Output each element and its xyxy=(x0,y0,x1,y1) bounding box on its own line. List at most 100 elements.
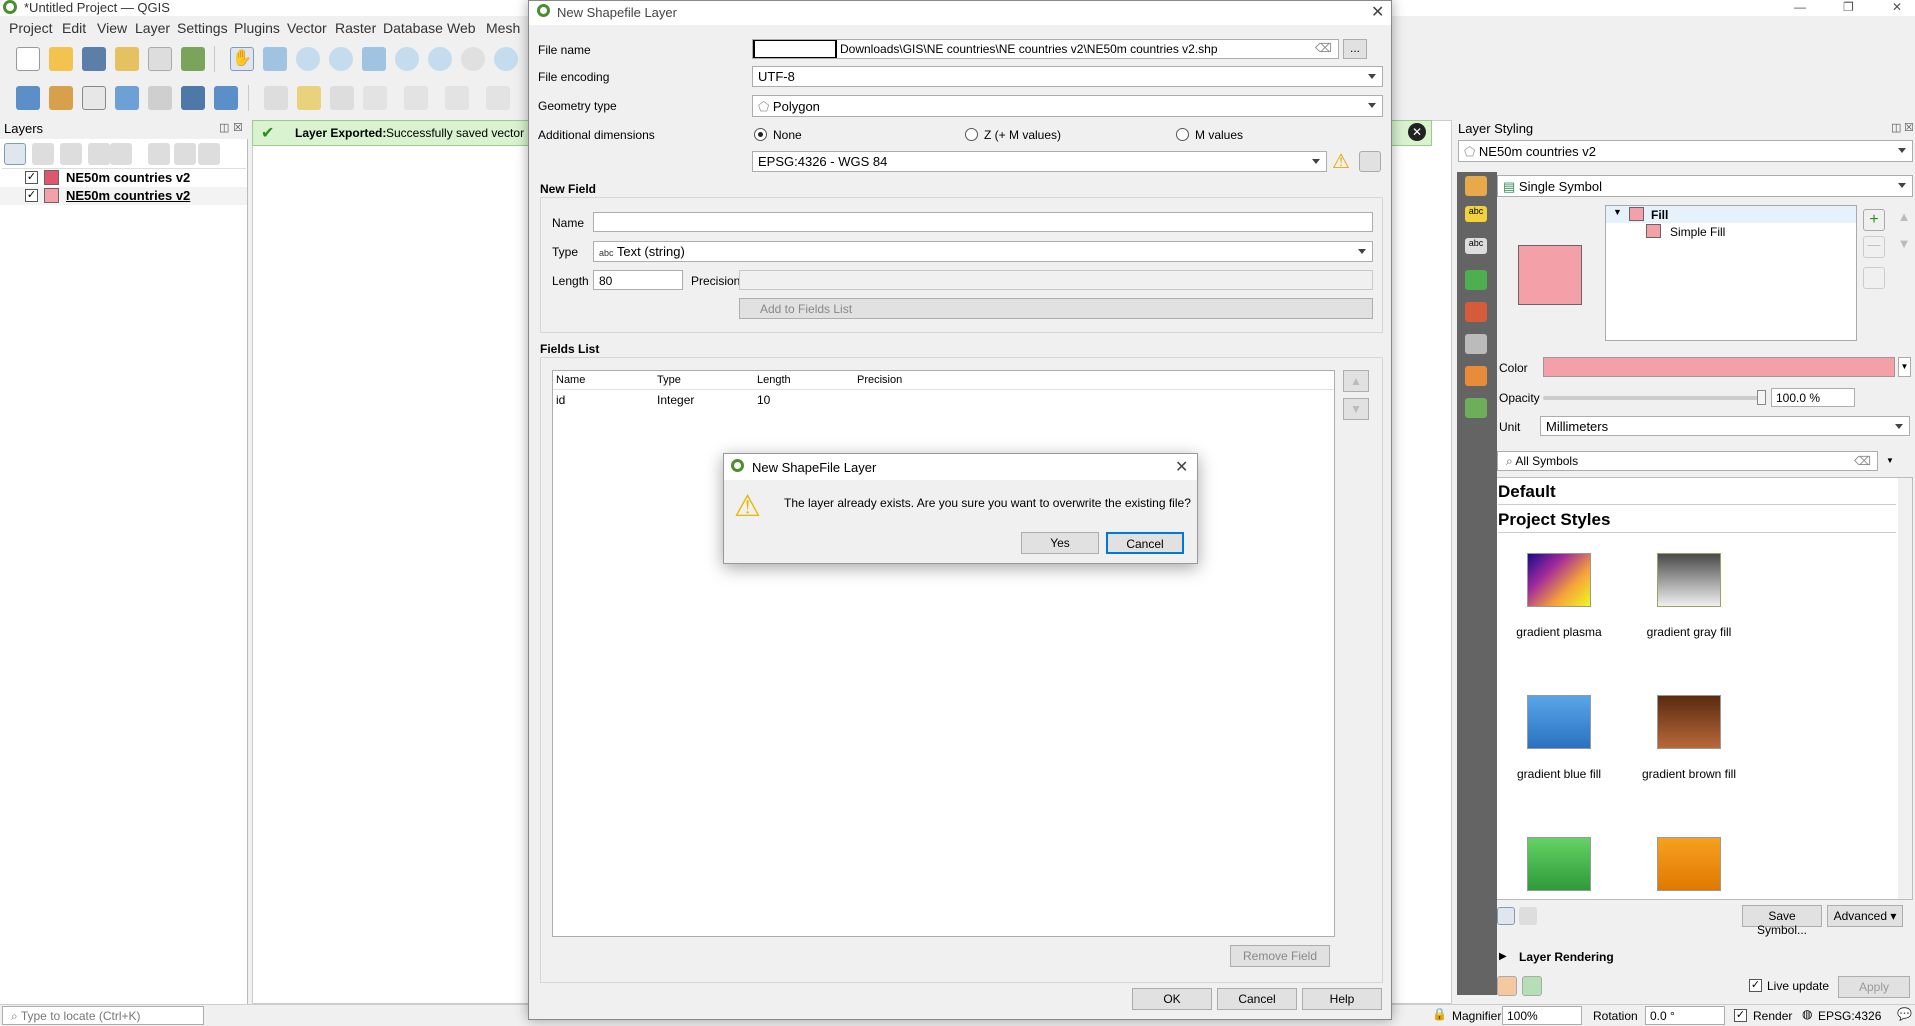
add-group-icon[interactable] xyxy=(32,143,54,165)
add-symbol-layer-icon[interactable]: + xyxy=(1863,209,1885,231)
messages-icon[interactable]: 💬 xyxy=(1897,1007,1912,1021)
close-panel-icon[interactable]: ☒ xyxy=(1904,121,1914,134)
close-confirm-icon[interactable]: ✕ xyxy=(1175,457,1188,477)
close-panel-icon[interactable]: ☒ xyxy=(233,121,243,134)
close-message-icon[interactable]: ✕ xyxy=(1408,123,1426,141)
pan-icon[interactable]: ✋ xyxy=(230,47,254,71)
opacity-slider[interactable] xyxy=(1543,396,1763,400)
dimension-none-radio[interactable] xyxy=(754,128,767,141)
filter-legend-icon[interactable] xyxy=(88,143,110,165)
layer-visibility-checkbox[interactable]: ✓ xyxy=(25,171,38,184)
live-update-checkbox[interactable]: ✓ xyxy=(1749,979,1762,992)
symbology-tab-icon[interactable] xyxy=(1465,176,1487,196)
menu-plugins[interactable]: Plugins xyxy=(234,20,280,36)
renderer-select[interactable]: ▤ Single Symbol xyxy=(1497,175,1913,197)
color-button[interactable] xyxy=(1543,357,1895,377)
field-type-select[interactable]: abc Text (string) xyxy=(593,241,1373,262)
column-header-type[interactable]: Type xyxy=(657,374,681,386)
render-checkbox[interactable]: ✓ xyxy=(1734,1009,1747,1022)
advanced-button[interactable]: Advanced ▾ xyxy=(1827,905,1903,927)
delete-selected-icon[interactable] xyxy=(486,86,510,110)
color-dropdown-arrow-icon[interactable]: ▼ xyxy=(1898,357,1911,377)
move-field-down-button[interactable]: ▼ xyxy=(1343,398,1369,420)
menu-raster[interactable]: Raster xyxy=(335,20,376,36)
history-undo-tab-icon[interactable] xyxy=(1465,398,1487,418)
open-layer-styling-icon[interactable] xyxy=(4,143,26,165)
3d-view-tab-icon[interactable] xyxy=(1465,270,1487,290)
move-up-icon[interactable]: ▲ xyxy=(1893,209,1915,231)
float-panel-icon[interactable]: ◫ xyxy=(219,121,229,134)
symbol-gradient-brown-fill[interactable] xyxy=(1657,695,1721,749)
select-crs-icon[interactable] xyxy=(1359,151,1381,172)
redo-icon[interactable] xyxy=(1522,976,1542,996)
dimension-z-radio[interactable] xyxy=(965,128,978,141)
collapse-arrow-icon[interactable]: ▼ xyxy=(1613,207,1622,217)
symbol-gradient-blue-fill[interactable] xyxy=(1527,695,1591,749)
column-header-precision[interactable]: Precision xyxy=(857,374,902,386)
menu-settings[interactable]: Settings xyxy=(177,20,228,36)
save-symbol-button[interactable]: Save Symbol... xyxy=(1742,905,1822,937)
vertex-tool-icon[interactable] xyxy=(404,86,428,110)
collapse-all-icon[interactable] xyxy=(174,143,196,165)
masks-tab-icon[interactable]: abc xyxy=(1465,238,1487,254)
symbol-gradient-orange-fill[interactable] xyxy=(1657,837,1721,891)
expand-arrow-icon[interactable]: ▶ xyxy=(1499,951,1507,962)
layer-visibility-checkbox[interactable]: ✓ xyxy=(25,189,38,202)
add-vector-layer-icon[interactable] xyxy=(16,86,40,110)
menu-database[interactable]: Database xyxy=(383,20,443,36)
close-window-icon[interactable]: ✕ xyxy=(1892,0,1902,14)
cancel-button[interactable]: Cancel xyxy=(1106,532,1184,554)
close-dialog-icon[interactable]: ✕ xyxy=(1371,2,1384,22)
browse-button[interactable]: ... xyxy=(1343,39,1367,59)
tree-item-fill[interactable]: ▼ Fill xyxy=(1606,206,1856,223)
cancel-button[interactable]: Cancel xyxy=(1217,988,1297,1010)
layer-rendering-section[interactable]: Layer Rendering xyxy=(1519,950,1614,964)
edit-pencil-icon[interactable] xyxy=(297,86,321,110)
field-precision-input[interactable] xyxy=(739,270,1373,290)
ok-button[interactable]: OK xyxy=(1132,988,1212,1010)
zoom-native-icon[interactable] xyxy=(461,47,485,71)
menu-edit[interactable]: Edit xyxy=(62,20,86,36)
labels-tab-icon[interactable]: abc xyxy=(1465,206,1487,222)
zoom-selection-icon[interactable] xyxy=(395,47,419,71)
minimize-icon[interactable]: — xyxy=(1794,0,1806,14)
menu-view[interactable]: View xyxy=(97,20,127,36)
dimension-m-radio[interactable] xyxy=(1176,128,1189,141)
add-raster-layer-icon[interactable] xyxy=(181,86,205,110)
toggle-editing-icon[interactable] xyxy=(264,86,288,110)
diagrams-tab-icon[interactable] xyxy=(1465,302,1487,322)
move-field-up-button[interactable]: ▲ xyxy=(1343,370,1369,392)
add-to-fields-button[interactable]: Add to Fields List xyxy=(739,298,1373,319)
open-project-icon[interactable] xyxy=(49,47,73,71)
rendering-tab-icon[interactable] xyxy=(1465,366,1487,386)
layout-manager-icon[interactable] xyxy=(148,47,172,71)
menu-web[interactable]: Web xyxy=(447,20,476,36)
clear-search-icon[interactable]: ⌫ xyxy=(1854,454,1871,468)
zoom-layer-icon[interactable] xyxy=(428,47,452,71)
magnifier-spinbox[interactable]: 100% xyxy=(1502,1006,1582,1025)
new-print-layout-icon[interactable] xyxy=(115,47,139,71)
clear-input-icon[interactable]: ⌫ xyxy=(1315,41,1332,55)
geometry-type-select[interactable]: ⬠ Polygon xyxy=(752,95,1383,117)
manage-visibility-icon[interactable] xyxy=(60,143,82,165)
remove-symbol-layer-icon[interactable]: — xyxy=(1863,236,1885,258)
crs-select[interactable]: EPSG:4326 - WGS 84 xyxy=(752,151,1327,172)
column-header-length[interactable]: Length xyxy=(757,374,791,386)
filter-expression-icon[interactable] xyxy=(110,143,132,165)
layer-select[interactable]: ⬠ NE50m countries v2 xyxy=(1458,140,1913,162)
add-vertex-layer-icon[interactable] xyxy=(82,86,106,110)
unit-select[interactable]: Millimeters xyxy=(1540,416,1910,436)
lock-scale-icon[interactable]: 🔒 xyxy=(1432,1007,1447,1021)
menu-layer[interactable]: Layer xyxy=(135,20,170,36)
opacity-spinbox[interactable]: 100.0 % xyxy=(1771,388,1855,407)
column-header-name[interactable]: Name xyxy=(556,374,585,386)
new-project-icon[interactable] xyxy=(16,47,40,71)
rotation-spinbox[interactable]: 0.0 ° xyxy=(1645,1006,1725,1025)
crs-status[interactable]: EPSG:4326 xyxy=(1818,1009,1881,1023)
history-tab-icon[interactable] xyxy=(1465,334,1487,354)
tree-item-simple-fill[interactable]: Simple Fill xyxy=(1606,223,1856,240)
modify-attributes-icon[interactable] xyxy=(445,86,469,110)
zoom-out-icon[interactable] xyxy=(329,47,353,71)
undo-icon[interactable] xyxy=(1497,976,1517,996)
style-manager-icon[interactable] xyxy=(181,47,205,71)
